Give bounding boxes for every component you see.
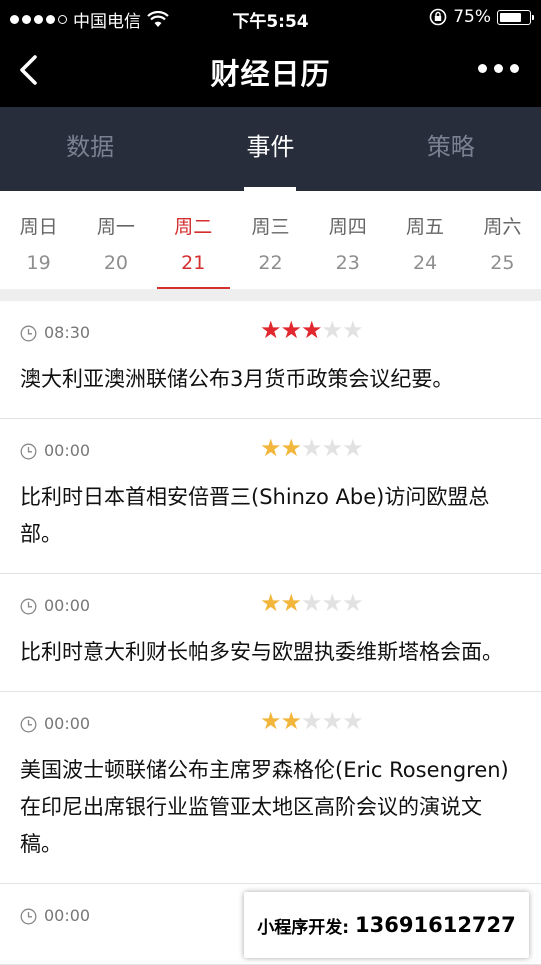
star-icon: ★ [301, 707, 322, 735]
clock-icon [20, 598, 37, 615]
badge-label: 小程序开发: [257, 917, 350, 938]
star-icon: ★ [301, 589, 322, 617]
star-icon: ★ [321, 316, 343, 344]
star-icon: ★ [280, 434, 302, 462]
day-weekday: 周六 [483, 216, 522, 238]
star-icon: ★ [342, 316, 363, 344]
clock-icon [20, 908, 37, 925]
event-time: 00:00 [44, 906, 91, 925]
tab-1[interactable]: 事件 [180, 107, 360, 191]
day-weekday: 周二 [174, 216, 213, 238]
day-date: 22 [258, 252, 283, 274]
day-item[interactable]: 周二 21 [155, 191, 232, 289]
event-meta: 00:00★★★★★ [20, 574, 521, 634]
rating-stars: ★★★★★ [260, 589, 364, 617]
day-date: 23 [335, 252, 360, 274]
event-description: 澳大利亚澳洲联储公布3月货币政策会议纪要。 [20, 367, 454, 391]
star-icon: ★ [280, 316, 302, 344]
day-weekday: 周日 [19, 216, 58, 238]
star-icon: ★ [342, 589, 363, 617]
rating-stars: ★★★★★ [260, 707, 364, 735]
badge-phone: 13691612727 [355, 913, 516, 937]
day-weekday: 周一 [96, 216, 135, 238]
day-item[interactable]: 周四 23 [309, 191, 386, 289]
event-meta: 00:00★★★★★ [20, 692, 521, 752]
divider [0, 289, 541, 301]
star-icon: ★ [342, 707, 363, 735]
event-meta: 00:00★★★★★ [20, 419, 521, 479]
contact-badge: 小程序开发: 13691612727 [244, 892, 529, 958]
star-icon: ★ [321, 707, 343, 735]
event-time: 00:00 [44, 714, 91, 733]
event-item[interactable]: 08:30 ★★★★★ 澳大利亚澳洲联储公布3月货币政策会议纪要。 [0, 301, 541, 419]
star-icon: ★ [280, 589, 302, 617]
day-date: 21 [181, 252, 206, 274]
battery-percent: 75% [453, 7, 491, 27]
page-title: 财经日历 [210, 57, 331, 91]
rating-stars: ★★★★★ [260, 434, 364, 462]
rotation-lock-icon [429, 8, 447, 26]
star-icon: ★ [260, 434, 281, 462]
star-icon: ★ [260, 589, 281, 617]
day-weekday: 周三 [251, 216, 290, 238]
rating-stars: ★★★★★ [260, 316, 364, 344]
event-item[interactable]: 00:00 ★★★★★ 美国波士顿联储公布主席罗森格伦(Eric Rosengren… [0, 692, 541, 884]
clock-icon [20, 325, 37, 342]
event-description: 美国波士顿联储公布主席罗森格伦(Eric Rosengren)在印尼出席银行业监… [20, 758, 509, 856]
star-icon: ★ [280, 707, 302, 735]
day-item[interactable]: 周一 20 [77, 191, 154, 289]
day-weekday: 周四 [328, 216, 367, 238]
tab-2[interactable]: 策略 [361, 107, 541, 191]
day-date: 19 [26, 252, 51, 274]
event-description: 比利时日本首相安倍晋三(Shinzo Abe)访问欧盟总部。 [20, 485, 490, 546]
event-item[interactable]: 00:00 ★★★★★ 比利时意大利财长帕多安与欧盟执委维斯塔格会面。 [0, 574, 541, 692]
week-day-selector: 周日 19 周一 20 周二 21 周三 22 周四 23 周五 24 周六 25 [0, 191, 541, 289]
star-icon: ★ [342, 434, 363, 462]
status-bar: 中国电信 下午5:54 75% [0, 0, 541, 33]
event-time: 08:30 [44, 323, 91, 342]
day-date: 20 [103, 252, 129, 274]
day-item[interactable]: 周三 22 [232, 191, 309, 289]
day-item[interactable]: 周五 24 [386, 191, 463, 289]
more-horizontal-icon[interactable] [478, 64, 519, 73]
star-icon: ★ [321, 434, 343, 462]
star-icon: ★ [260, 707, 281, 735]
event-meta: 08:30 ★★★★★ [20, 301, 521, 361]
event-item[interactable]: 00:00 ★★★★★ 比利时日本首相安倍晋三(Shinzo Abe)访问欧盟总部。 [0, 419, 541, 574]
tab-0[interactable]: 数据 [0, 107, 180, 191]
day-item[interactable]: 周六 25 [464, 191, 541, 289]
event-description: 比利时意大利财长帕多安与欧盟执委维斯塔格会面。 [20, 640, 503, 664]
day-weekday: 周五 [406, 216, 445, 238]
tab-bar: 数据 事件 策略 [0, 107, 541, 191]
star-icon: ★ [301, 316, 322, 344]
navigation-bar: 财经日历 [0, 33, 541, 107]
status-right: 75% [429, 7, 534, 27]
star-icon: ★ [301, 434, 322, 462]
event-time: 00:00 [44, 441, 91, 460]
star-icon: ★ [260, 316, 281, 344]
day-date: 25 [490, 252, 515, 274]
clock-icon [20, 716, 37, 733]
clock-icon [20, 443, 37, 460]
event-time: 00:00 [44, 596, 91, 615]
day-item[interactable]: 周日 19 [0, 191, 77, 289]
day-date: 24 [412, 252, 438, 274]
event-list: 08:30 ★★★★★ 澳大利亚澳洲联储公布3月货币政策会议纪要。 00:00 ★★★★… [0, 301, 541, 965]
star-icon: ★ [321, 589, 343, 617]
battery-icon [497, 9, 534, 25]
